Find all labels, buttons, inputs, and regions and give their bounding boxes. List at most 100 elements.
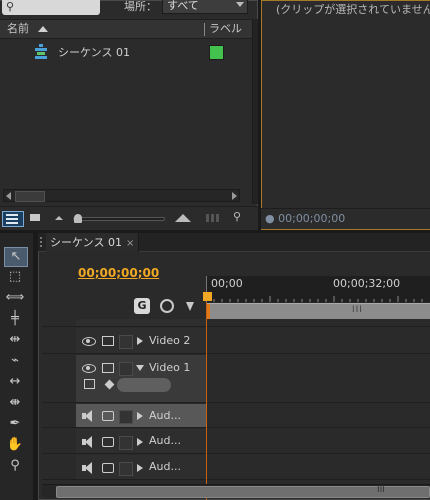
collapse-track-icon[interactable]: [136, 365, 144, 371]
track-header-video-2[interactable]: Video 2: [76, 328, 206, 354]
close-icon[interactable]: ×: [126, 238, 134, 249]
speaker-icon[interactable]: [82, 462, 96, 474]
find-icon[interactable]: ⚲: [233, 210, 245, 224]
timeline-timecode[interactable]: 00;00;00;00: [78, 266, 159, 280]
rolling-edit-tool-icon[interactable]: ╪: [4, 310, 26, 328]
sync-lock-icon[interactable]: [102, 336, 114, 346]
icon-view-button[interactable]: [29, 211, 43, 225]
timeline-horizontal-scrollbar[interactable]: III: [42, 484, 430, 498]
keyframe-nav-control[interactable]: [117, 378, 171, 392]
expand-track-icon[interactable]: [137, 464, 143, 472]
razor-tool-icon[interactable]: ⌁: [4, 352, 26, 370]
sync-lock-icon[interactable]: [102, 411, 114, 421]
automate-to-sequence-button[interactable]: [205, 211, 221, 225]
project-item-row[interactable]: シーケンス 01: [0, 40, 252, 62]
info-panel: (クリップが選択されていません: [261, 0, 430, 230]
rate-stretch-tool-icon[interactable]: ⇹: [4, 331, 26, 349]
playhead-handle[interactable]: [203, 292, 212, 301]
timeline-scroll-thumb[interactable]: III: [56, 485, 430, 498]
sort-ascending-icon[interactable]: [38, 26, 48, 32]
track-header-partial: [76, 319, 206, 327]
ruler-label-start: 00;00: [211, 277, 243, 290]
list-view-button[interactable]: [2, 211, 24, 227]
info-timecode-value: 00;00;00;00: [278, 212, 346, 225]
display-style-icon[interactable]: [84, 379, 95, 389]
project-search-input[interactable]: ⚲: [2, 0, 100, 15]
thumbnail-zoom-slider[interactable]: [73, 217, 165, 221]
track-lock-toggle[interactable]: [119, 462, 133, 476]
expand-track-icon[interactable]: [137, 412, 143, 420]
tab-sequence[interactable]: シーケンス 01 ×: [46, 233, 140, 252]
sync-lock-icon[interactable]: [102, 363, 114, 373]
label-color-swatch[interactable]: [209, 45, 224, 60]
slip-tool-icon[interactable]: ↔: [4, 373, 26, 391]
selection-tool-icon[interactable]: ↖: [4, 247, 28, 267]
pen-tool-icon[interactable]: ✒: [4, 415, 26, 433]
sequence-icon: [35, 44, 47, 59]
timeline-tab-bar: シーケンス 01 ×: [38, 233, 430, 252]
scroll-right-icon[interactable]: [232, 192, 237, 200]
track-lock-toggle[interactable]: [119, 436, 133, 450]
column-divider[interactable]: [204, 23, 205, 36]
scroll-left-icon[interactable]: [6, 192, 11, 200]
zoom-in-icon[interactable]: [174, 211, 192, 225]
track-lock-toggle[interactable]: [119, 410, 133, 424]
track-body-video-2[interactable]: [206, 328, 430, 354]
tab-sequence-label: シーケンス 01: [50, 236, 122, 249]
location-label: 場所：: [124, 0, 157, 13]
track-spacer: [42, 328, 76, 354]
expand-track-icon[interactable]: [137, 337, 143, 345]
track-body-audio-3[interactable]: [206, 455, 430, 480]
column-label-header[interactable]: ラベル: [209, 20, 242, 38]
track-body-video-1[interactable]: [206, 355, 430, 403]
snap-button[interactable]: G: [134, 298, 150, 314]
track-header-audio-1[interactable]: Aud...: [76, 404, 206, 428]
sync-lock-icon[interactable]: [102, 437, 114, 447]
expand-track-icon[interactable]: [137, 438, 143, 446]
project-horizontal-scrollbar[interactable]: [3, 189, 240, 202]
scroll-grip: III: [377, 485, 385, 495]
tools-panel: ↖ ⬚ ⟺ ╪ ⇹ ⌁ ↔ ⇼ ✒ ✋ ⚲: [0, 233, 34, 500]
track-header-audio-2[interactable]: Aud...: [76, 429, 206, 454]
track-select-tool-icon[interactable]: ⬚: [4, 268, 26, 286]
scroll-thumb[interactable]: [15, 191, 45, 202]
track-name: Aud...: [149, 460, 181, 473]
zoom-out-icon[interactable]: [53, 211, 65, 225]
track-body-partial: [206, 319, 430, 327]
project-item-name: シーケンス 01: [58, 46, 130, 59]
track-name: Aud...: [149, 409, 181, 422]
work-area-bar[interactable]: III: [206, 303, 430, 320]
track-spacer-top: [42, 319, 76, 327]
track-lock-toggle[interactable]: [119, 362, 133, 376]
zoom-tool-icon[interactable]: ⚲: [4, 457, 26, 475]
project-column-header: 名前 ラベル: [0, 19, 252, 39]
eye-icon[interactable]: [82, 337, 96, 346]
hand-tool-icon[interactable]: ✋: [4, 436, 26, 454]
set-marker-icon[interactable]: [186, 302, 194, 311]
speaker-icon[interactable]: [82, 436, 96, 448]
location-dropdown-value: すべて: [167, 0, 199, 12]
track-body-audio-1[interactable]: [206, 404, 430, 428]
chevron-down-icon: [236, 2, 244, 7]
project-vertical-scrollbar[interactable]: [252, 19, 258, 204]
add-marker-icon[interactable]: [160, 299, 174, 313]
work-area-grip: III: [352, 305, 363, 315]
sync-lock-icon[interactable]: [102, 463, 114, 473]
zoom-slider-handle[interactable]: [74, 214, 82, 223]
location-dropdown[interactable]: すべて: [162, 0, 248, 14]
speaker-icon[interactable]: [82, 410, 96, 422]
track-header-audio-3[interactable]: Aud...: [76, 455, 206, 480]
track-spacer: [42, 355, 76, 403]
info-message: (クリップが選択されていません: [276, 3, 430, 16]
track-spacer: [42, 455, 76, 480]
track-name: Video 1: [149, 361, 191, 374]
track-lock-toggle[interactable]: [119, 335, 133, 349]
column-name-header[interactable]: 名前: [7, 20, 29, 38]
eye-icon[interactable]: [82, 364, 96, 373]
playhead-line: [206, 302, 207, 500]
track-body-audio-2[interactable]: [206, 429, 430, 454]
ripple-edit-tool-icon[interactable]: ⟺: [4, 289, 26, 307]
slide-tool-icon[interactable]: ⇼: [4, 394, 26, 412]
track-name: Video 2: [149, 334, 191, 347]
ruler-ticks: [206, 296, 423, 302]
